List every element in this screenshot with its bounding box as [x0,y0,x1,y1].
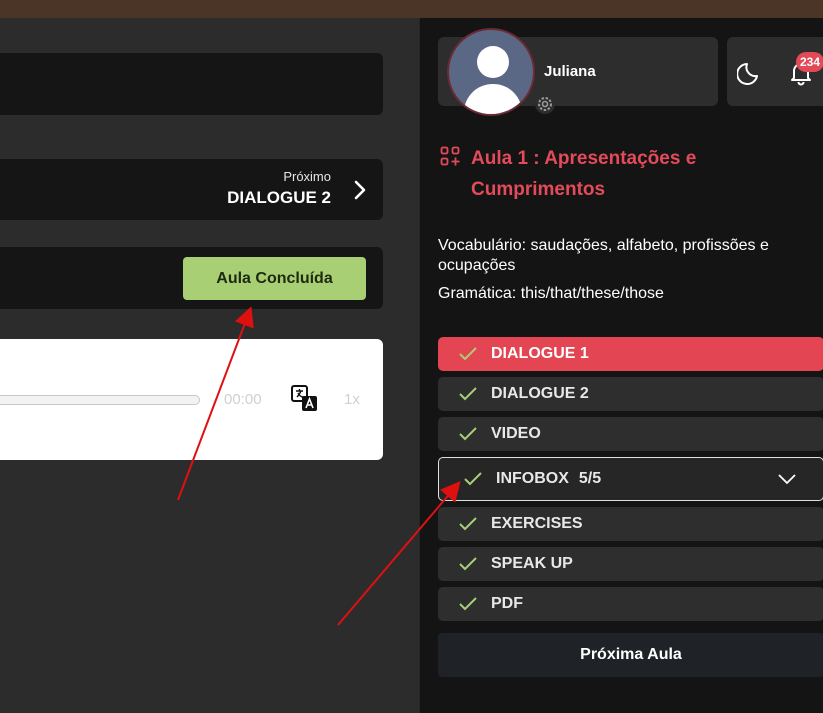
lesson-item-video[interactable]: VIDEO [438,417,823,451]
lesson-item-dialogue-2[interactable]: DIALOGUE 2 [438,377,823,411]
chevron-down-icon[interactable] [777,472,797,486]
notification-badge: 234 [796,52,823,72]
chevron-right-icon [354,180,366,200]
avatar[interactable] [447,28,535,116]
lesson-item-label: DIALOGUE 1 [491,345,589,362]
check-icon [459,387,477,401]
lesson-completed-button[interactable]: Aula Concluída [183,257,366,300]
lesson-vocabulary: Vocabulário: saudações, alfabeto, profis… [438,237,769,274]
lesson-grammar: Gramática: this/that/these/those [438,285,664,302]
lesson-item-exercises[interactable]: EXERCISES [438,507,823,541]
audio-progress-bar[interactable] [0,395,200,405]
check-icon [459,517,477,531]
lesson-title-bar [0,53,383,115]
next-title: DIALOGUE 2 [227,188,331,207]
lesson-item-label: PDF [491,595,523,612]
lesson-item-count: 5/5 [578,470,602,487]
completion-bar: Aula Concluída [0,247,383,309]
check-icon [459,347,477,361]
check-icon [459,597,477,611]
lesson-item-dialogue-1[interactable]: DIALOGUE 1 [438,337,823,371]
lesson-item-label: DIALOGUE 2 [491,385,589,402]
moon-icon[interactable] [737,58,765,86]
audio-player: 00:00 1x [0,339,383,460]
header-actions: 234 [727,37,823,106]
main-panel: Próximo DIALOGUE 2 Aula Concluída 00:00 … [0,18,419,713]
user-name: Juliana [544,63,596,80]
lesson-item-label: VIDEO [491,425,541,442]
lesson-sidebar: Juliana 234 Aula 1 : Apresentações e Cum… [419,18,823,713]
apps-add-icon [440,146,460,166]
browser-top-bar [0,0,823,18]
user-silhouette-icon [463,46,523,114]
lesson-title: Aula 1 : Apresentações e Cumprimentos [471,148,697,200]
playback-speed[interactable]: 1x [344,391,360,408]
lesson-item-speak-up[interactable]: SPEAK UP [438,547,823,581]
check-icon [464,472,482,486]
lesson-items-list: DIALOGUE 1 DIALOGUE 2 VIDEO INFOBOX 5/5 … [438,337,823,627]
translate-icon[interactable] [291,385,319,413]
user-card[interactable]: Juliana [438,28,718,116]
lesson-item-label: INFOBOX [496,470,569,487]
lesson-description: Vocabulário: saudações, alfabeto, profis… [438,236,823,304]
lesson-item-label: EXERCISES [491,515,583,532]
next-lesson-nav[interactable]: Próximo DIALOGUE 2 [0,159,383,220]
next-lesson-button[interactable]: Próxima Aula [438,633,823,677]
audio-time: 00:00 [224,391,262,408]
lesson-item-pdf[interactable]: PDF [438,587,823,621]
next-label: Próximo [283,169,331,184]
check-icon [459,427,477,441]
check-icon [459,557,477,571]
lesson-item-infobox[interactable]: INFOBOX 5/5 [438,457,823,501]
lesson-item-label: SPEAK UP [491,555,573,572]
gear-icon[interactable] [535,94,555,114]
